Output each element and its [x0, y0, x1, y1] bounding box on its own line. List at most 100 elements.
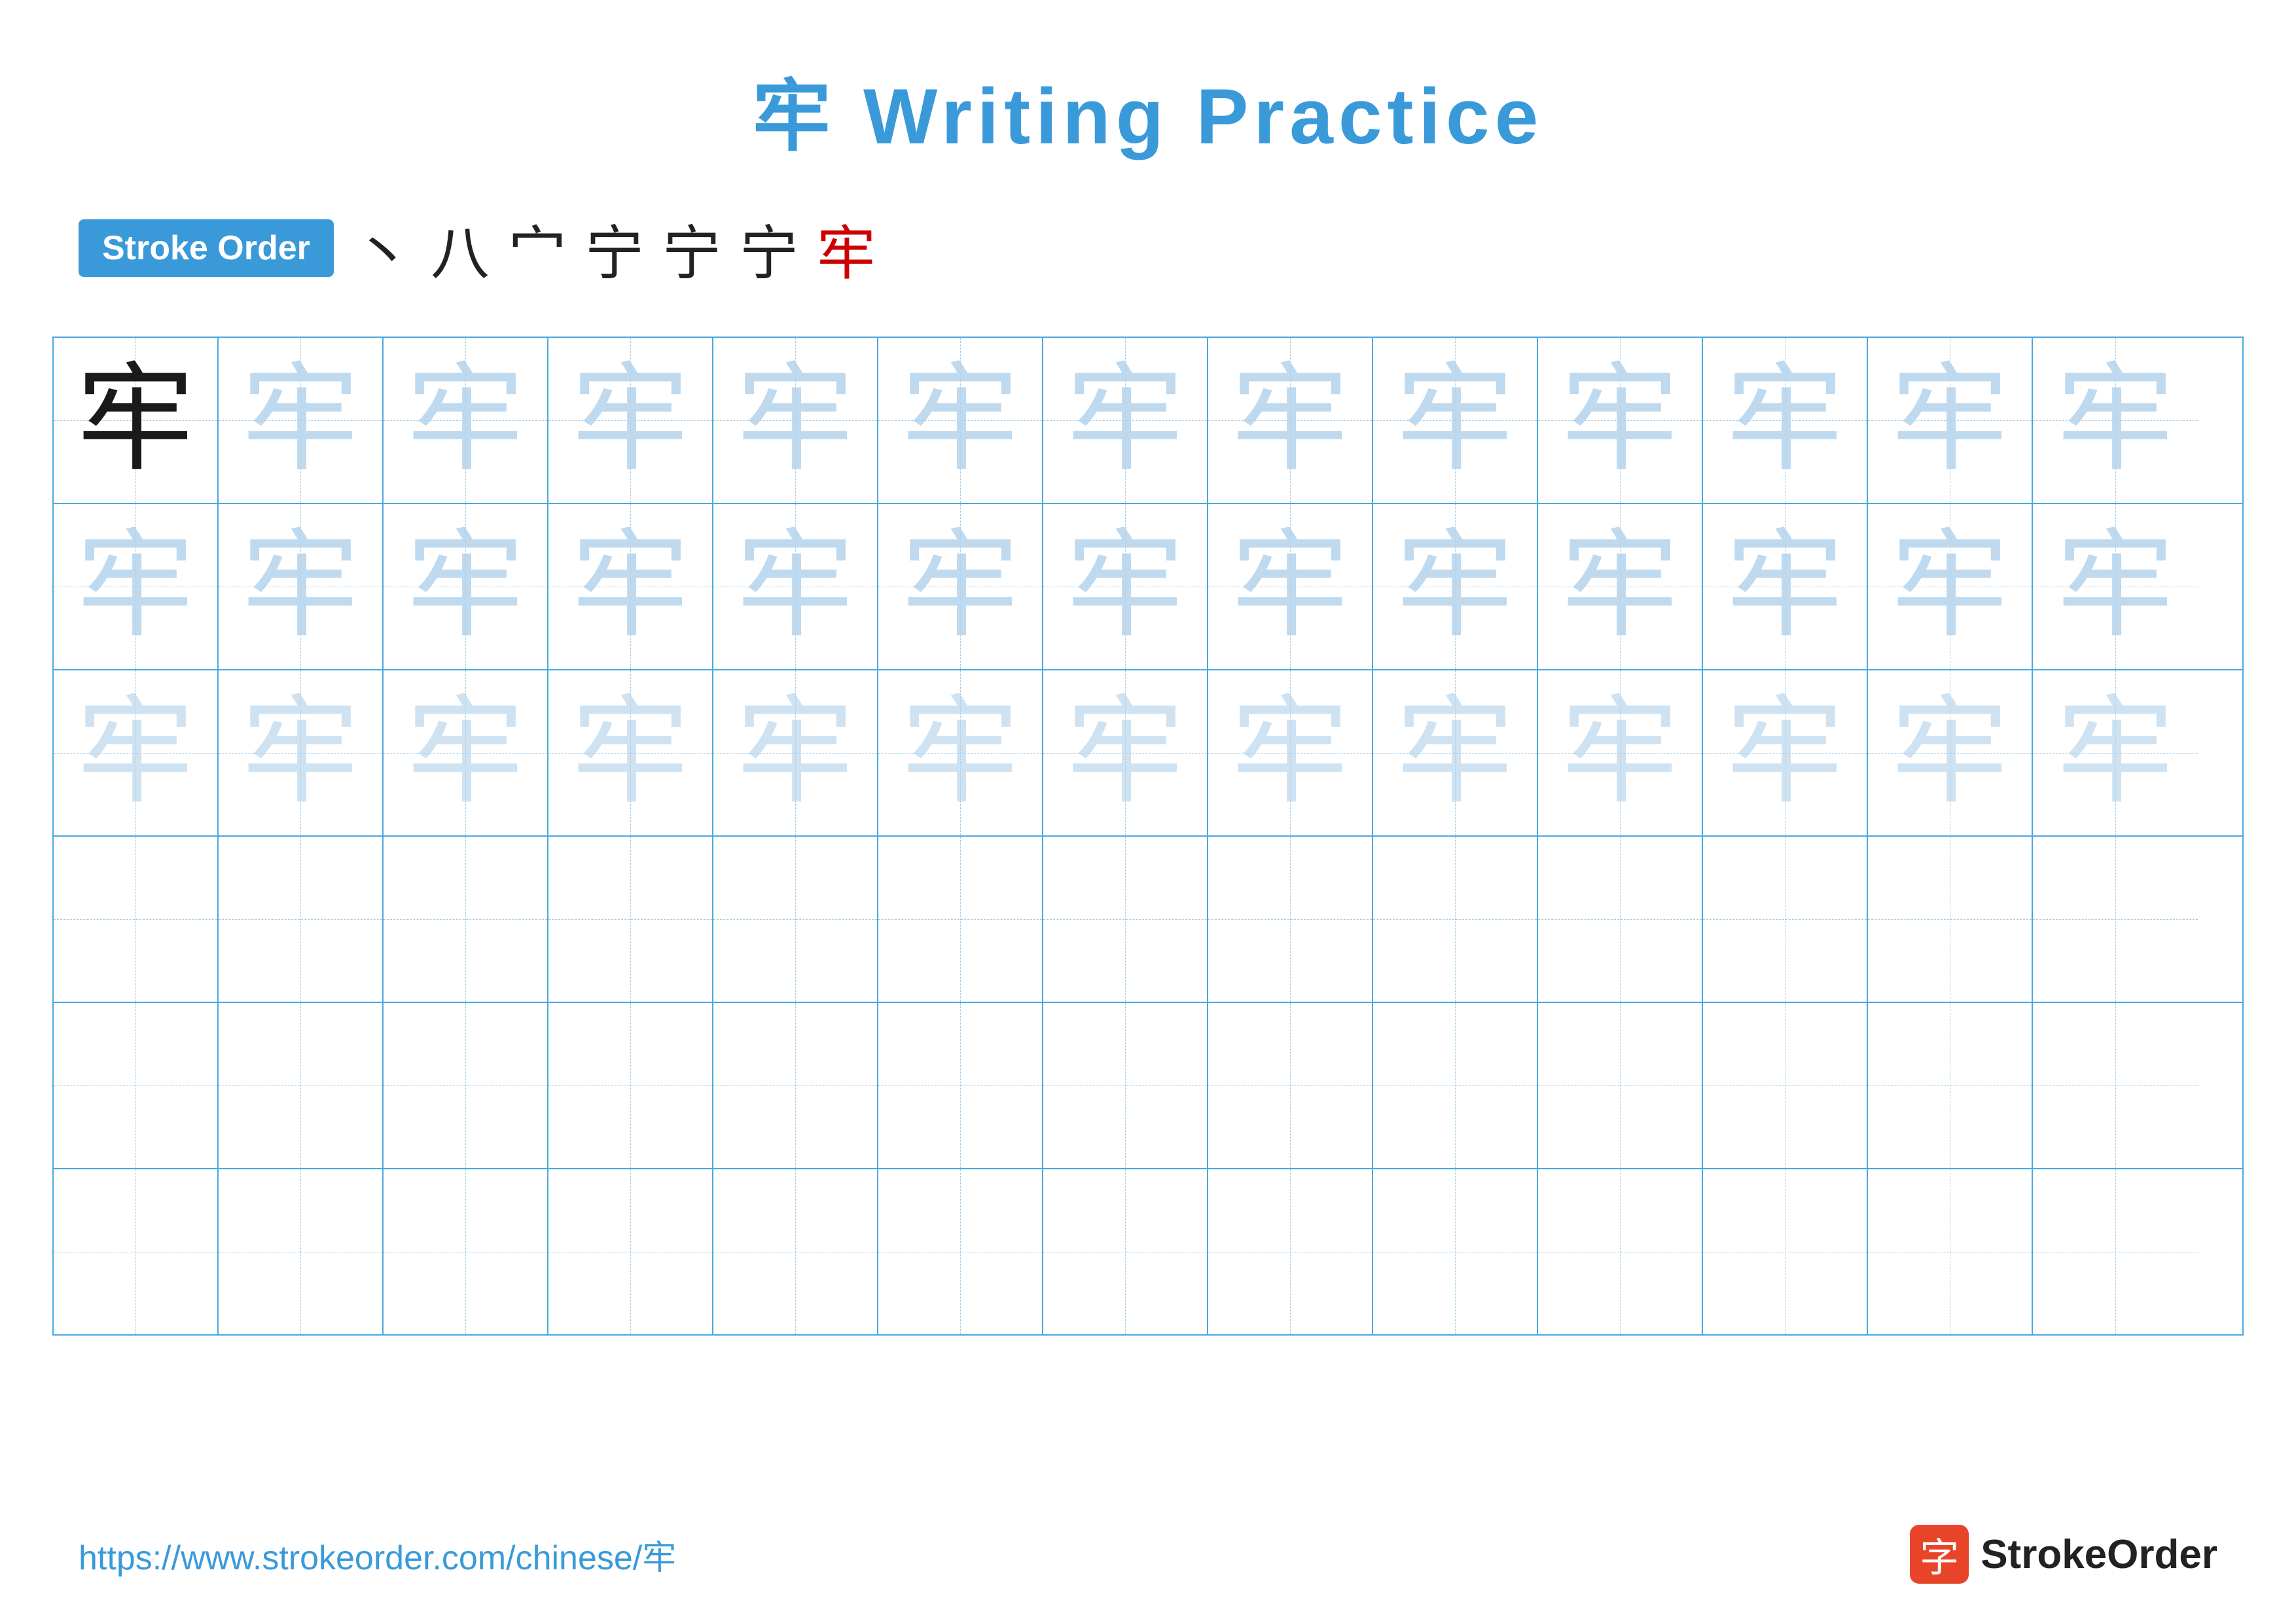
stroke-1: 丶: [353, 206, 412, 291]
cell-1-5[interactable]: 牢: [713, 338, 878, 503]
cell-3-10[interactable]: 牢: [1538, 670, 1703, 835]
cell-1-9[interactable]: 牢: [1373, 338, 1538, 503]
cell-3-3[interactable]: 牢: [384, 670, 548, 835]
cell-2-5[interactable]: 牢: [713, 504, 878, 669]
cell-3-11[interactable]: 牢: [1703, 670, 1868, 835]
cell-3-5[interactable]: 牢: [713, 670, 878, 835]
cell-5-5[interactable]: [713, 1003, 878, 1168]
stroke-5: 宁: [662, 206, 721, 291]
cell-6-8[interactable]: [1208, 1169, 1373, 1334]
cell-1-2[interactable]: 牢: [219, 338, 384, 503]
cell-2-12[interactable]: 牢: [1868, 504, 2033, 669]
cell-2-7[interactable]: 牢: [1043, 504, 1208, 669]
cell-4-13[interactable]: [2033, 837, 2198, 1002]
cell-3-1[interactable]: 牢: [54, 670, 219, 835]
cell-5-12[interactable]: [1868, 1003, 2033, 1168]
cell-4-9[interactable]: [1373, 837, 1538, 1002]
footer-logo: 字 StrokeOrder: [1910, 1525, 2217, 1584]
cell-5-7[interactable]: [1043, 1003, 1208, 1168]
stroke-sequence: 丶 八 宀 宁 宁 宁 牢: [353, 206, 876, 291]
grid-row-4: [54, 837, 2242, 1003]
title-label: Writing Practice: [863, 73, 1543, 160]
cell-5-2[interactable]: [219, 1003, 384, 1168]
cell-5-4[interactable]: [548, 1003, 713, 1168]
cell-3-2[interactable]: 牢: [219, 670, 384, 835]
cell-1-10[interactable]: 牢: [1538, 338, 1703, 503]
cell-3-7[interactable]: 牢: [1043, 670, 1208, 835]
grid-row-1: 牢 牢 牢 牢 牢 牢 牢 牢 牢 牢 牢 牢 牢: [54, 338, 2242, 504]
practice-grid: 牢 牢 牢 牢 牢 牢 牢 牢 牢 牢 牢 牢 牢 牢 牢 牢 牢 牢 牢 牢 …: [52, 337, 2244, 1336]
cell-1-8[interactable]: 牢: [1208, 338, 1373, 503]
cell-2-9[interactable]: 牢: [1373, 504, 1538, 669]
cell-2-6[interactable]: 牢: [878, 504, 1043, 669]
cell-5-13[interactable]: [2033, 1003, 2198, 1168]
cell-4-6[interactable]: [878, 837, 1043, 1002]
cell-5-8[interactable]: [1208, 1003, 1373, 1168]
cell-5-6[interactable]: [878, 1003, 1043, 1168]
cell-1-1[interactable]: 牢: [54, 338, 219, 503]
cell-6-7[interactable]: [1043, 1169, 1208, 1334]
cell-2-4[interactable]: 牢: [548, 504, 713, 669]
cell-6-2[interactable]: [219, 1169, 384, 1334]
char-dark: 牢: [77, 361, 194, 479]
cell-1-12[interactable]: 牢: [1868, 338, 2033, 503]
cell-2-10[interactable]: 牢: [1538, 504, 1703, 669]
cell-1-4[interactable]: 牢: [548, 338, 713, 503]
cell-1-7[interactable]: 牢: [1043, 338, 1208, 503]
cell-6-1[interactable]: [54, 1169, 219, 1334]
cell-6-10[interactable]: [1538, 1169, 1703, 1334]
grid-row-3: 牢 牢 牢 牢 牢 牢 牢 牢 牢 牢 牢 牢 牢: [54, 670, 2242, 837]
cell-4-1[interactable]: [54, 837, 219, 1002]
cell-3-9[interactable]: 牢: [1373, 670, 1538, 835]
grid-row-6: [54, 1169, 2242, 1334]
cell-1-6[interactable]: 牢: [878, 338, 1043, 503]
logo-char: 字: [1920, 1526, 1959, 1583]
cell-3-8[interactable]: 牢: [1208, 670, 1373, 835]
cell-5-9[interactable]: [1373, 1003, 1538, 1168]
grid-row-5: [54, 1003, 2242, 1169]
cell-6-12[interactable]: [1868, 1169, 2033, 1334]
stroke-order-section: Stroke Order 丶 八 宀 宁 宁 宁 牢: [0, 166, 2296, 317]
cell-4-7[interactable]: [1043, 837, 1208, 1002]
stroke-3: 宀: [508, 206, 567, 291]
cell-6-13[interactable]: [2033, 1169, 2198, 1334]
cell-4-5[interactable]: [713, 837, 878, 1002]
footer-url[interactable]: https://www.strokeorder.com/chinese/牢: [79, 1530, 676, 1579]
cell-6-4[interactable]: [548, 1169, 713, 1334]
stroke-2: 八: [431, 206, 490, 291]
cell-2-1[interactable]: 牢: [54, 504, 219, 669]
cell-4-12[interactable]: [1868, 837, 2033, 1002]
cell-1-13[interactable]: 牢: [2033, 338, 2198, 503]
cell-3-4[interactable]: 牢: [548, 670, 713, 835]
cell-4-10[interactable]: [1538, 837, 1703, 1002]
cell-2-3[interactable]: 牢: [384, 504, 548, 669]
cell-2-8[interactable]: 牢: [1208, 504, 1373, 669]
cell-5-10[interactable]: [1538, 1003, 1703, 1168]
cell-4-11[interactable]: [1703, 837, 1868, 1002]
cell-4-2[interactable]: [219, 837, 384, 1002]
cell-1-3[interactable]: 牢: [384, 338, 548, 503]
cell-3-13[interactable]: 牢: [2033, 670, 2198, 835]
cell-4-8[interactable]: [1208, 837, 1373, 1002]
stroke-7-final: 牢: [817, 206, 876, 291]
logo-icon: 字: [1910, 1525, 1969, 1584]
cell-5-3[interactable]: [384, 1003, 548, 1168]
cell-3-6[interactable]: 牢: [878, 670, 1043, 835]
cell-5-1[interactable]: [54, 1003, 219, 1168]
title-character: 牢: [753, 73, 836, 160]
cell-6-5[interactable]: [713, 1169, 878, 1334]
cell-2-13[interactable]: 牢: [2033, 504, 2198, 669]
stroke-6: 宁: [740, 206, 798, 291]
cell-4-4[interactable]: [548, 837, 713, 1002]
cell-2-11[interactable]: 牢: [1703, 504, 1868, 669]
cell-6-3[interactable]: [384, 1169, 548, 1334]
cell-3-12[interactable]: 牢: [1868, 670, 2033, 835]
cell-5-11[interactable]: [1703, 1003, 1868, 1168]
cell-2-2[interactable]: 牢: [219, 504, 384, 669]
stroke-4: 宁: [585, 206, 644, 291]
cell-6-6[interactable]: [878, 1169, 1043, 1334]
cell-1-11[interactable]: 牢: [1703, 338, 1868, 503]
cell-6-11[interactable]: [1703, 1169, 1868, 1334]
cell-6-9[interactable]: [1373, 1169, 1538, 1334]
cell-4-3[interactable]: [384, 837, 548, 1002]
